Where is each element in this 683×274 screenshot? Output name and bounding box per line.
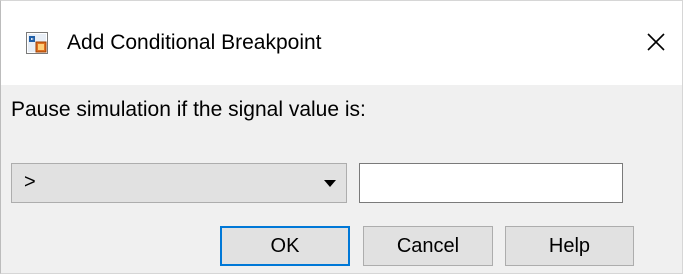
ok-button[interactable]: OK [220, 226, 350, 266]
add-conditional-breakpoint-dialog: Add Conditional Breakpoint Pause simulat… [0, 0, 683, 274]
signal-value-input[interactable] [359, 163, 623, 203]
dialog-title: Add Conditional Breakpoint [67, 31, 322, 54]
simulink-breakpoint-icon [26, 32, 48, 54]
help-button[interactable]: Help [505, 226, 634, 266]
title-bar[interactable]: Add Conditional Breakpoint [1, 1, 682, 85]
condition-prompt: Pause simulation if the signal value is: [11, 98, 366, 121]
operator-dropdown[interactable]: > [11, 163, 347, 203]
cancel-button[interactable]: Cancel [363, 226, 493, 266]
operator-selected-value: > [24, 171, 36, 193]
close-icon[interactable] [641, 27, 671, 57]
chevron-down-icon [324, 180, 336, 187]
